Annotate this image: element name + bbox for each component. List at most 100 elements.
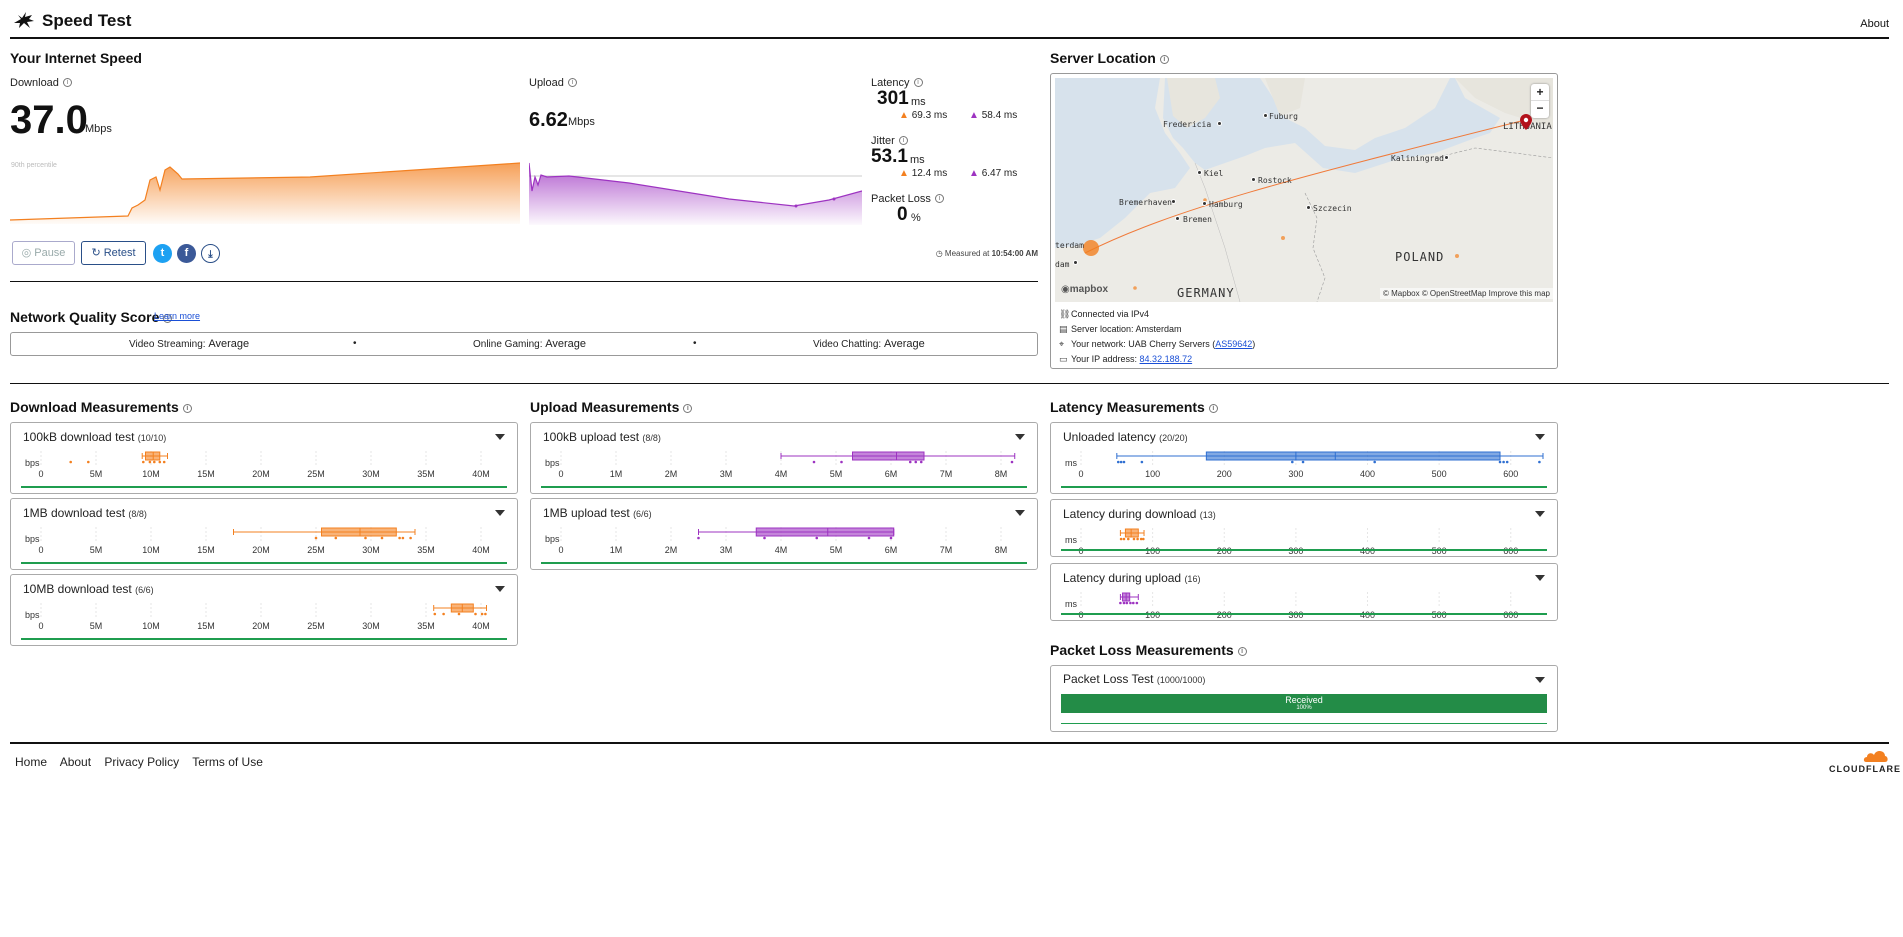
sample-point	[334, 536, 338, 540]
axis-tick-label: 0	[1078, 469, 1084, 479]
status-line	[1061, 486, 1547, 488]
received-percent: 100%	[1296, 705, 1312, 711]
info-icon[interactable]: i	[62, 78, 72, 87]
info-icon[interactable]: i	[1237, 647, 1247, 656]
axis-ticks: 0 1M 2M 3M 4M 5M 6M 7M 8M	[558, 545, 1023, 559]
sample-point	[1122, 537, 1126, 541]
axis-tick-label: 400	[1359, 610, 1376, 620]
header-about-link[interactable]: About	[1860, 18, 1889, 30]
jitter-download: ▲ 12.4 ms	[899, 168, 948, 179]
rabbit-logo-icon	[14, 12, 34, 28]
sample-point	[380, 536, 384, 540]
map-label: Kiel	[1204, 169, 1224, 178]
info-icon[interactable]: i	[913, 78, 923, 87]
chevron-down-icon[interactable]	[1535, 677, 1545, 683]
learn-more-link[interactable]: Learn more	[154, 311, 200, 321]
mapbox-icon: ◉	[1061, 284, 1070, 295]
map-zoom-out-button[interactable]: −	[1531, 101, 1549, 118]
axis-tick-label: 5M	[829, 545, 843, 555]
download-label: Download i	[10, 77, 72, 89]
map-zoom-in-button[interactable]: +	[1531, 84, 1549, 101]
footer-privacy-link[interactable]: Privacy Policy	[104, 755, 179, 769]
sample-point	[1142, 537, 1145, 541]
axis-tick-label: 30M	[362, 469, 380, 479]
packet-loss-test-title: Packet Loss Test (1000/1000)	[1063, 672, 1206, 686]
cloud-icon	[1863, 750, 1888, 762]
map-city-dot	[1217, 121, 1222, 126]
info-icon[interactable]: i	[1159, 55, 1169, 64]
upload-unit: Mbps	[568, 116, 595, 128]
axis-tick-label: 5M	[89, 469, 103, 479]
sample-point	[162, 460, 166, 464]
axis-tick-label: 7M	[939, 469, 953, 479]
sample-point	[914, 460, 918, 464]
axis-tick-label: 100	[1145, 546, 1161, 556]
upload-value: 6.62	[529, 109, 568, 131]
measurement-card: Latency during download (13) ms 0 100 200 300…	[1050, 499, 1558, 557]
footer-home-link[interactable]: Home	[15, 755, 47, 769]
axis-tick-label: 10M	[142, 469, 160, 479]
axis-tick-label: 10M	[142, 545, 160, 555]
sample-point	[1131, 601, 1135, 605]
asn-link[interactable]: AS59642	[1215, 339, 1252, 349]
map-city-dot	[1073, 260, 1078, 265]
sample-point	[697, 536, 700, 540]
measurement-card: 10MB download test (6/6) bps 0 5M 10M 15M 20M 2…	[10, 574, 518, 646]
axis-tick-label: 30M	[362, 621, 380, 631]
sample-point	[867, 536, 871, 540]
map-attribution[interactable]: © Mapbox © OpenStreetMap Improve this ma…	[1380, 288, 1553, 299]
status-line	[21, 638, 507, 640]
info-icon[interactable]: i	[683, 404, 693, 413]
status-line	[541, 486, 1027, 488]
info-icon[interactable]: i	[934, 194, 944, 203]
quality-separator: •	[353, 338, 357, 349]
your-network: ⌖ Your network: UAB Cherry Servers (AS596…	[1059, 339, 1256, 349]
footer-about-link[interactable]: About	[60, 755, 91, 769]
status-line	[21, 486, 507, 488]
twitter-share-icon[interactable]: t	[153, 244, 172, 263]
axis-tick-label: 25M	[307, 545, 325, 555]
location-pin-icon: ⌖	[1059, 339, 1065, 349]
cloudflare-logo[interactable]: CLOUDFLARE	[1829, 748, 1900, 774]
quality-online-gaming: Online Gaming: Average	[473, 338, 587, 350]
section-divider	[10, 383, 1889, 384]
ip-link[interactable]: 84.32.188.72	[1140, 354, 1193, 364]
box-plot	[1080, 528, 1512, 542]
quality-separator: •	[693, 338, 697, 349]
download-results-icon[interactable]: ⤓	[201, 244, 220, 263]
info-icon[interactable]: i	[567, 78, 577, 87]
axis-tick-label: 300	[1288, 546, 1304, 556]
sample-point	[1136, 537, 1139, 541]
sample-point	[1122, 601, 1126, 605]
axis-ticks: 0 5M 10M 15M 20M 25M 30M 35M 40M	[38, 469, 503, 483]
pause-button[interactable]: ◎ Pause	[12, 241, 75, 265]
cloudflare-wordmark: CLOUDFLARE	[1829, 764, 1901, 774]
monitor-icon: ▭	[1059, 354, 1068, 364]
facebook-share-icon[interactable]: f	[177, 244, 196, 263]
info-icon[interactable]: i	[1208, 404, 1218, 413]
axis-tick-label: 40M	[472, 469, 490, 479]
axis-tick-label: 35M	[417, 545, 435, 555]
sample-point	[69, 460, 72, 464]
box-plot	[560, 527, 1002, 541]
map-graphic	[1055, 78, 1553, 302]
mapbox-logo[interactable]: ◉mapbox	[1061, 284, 1108, 295]
packet-loss-measurements-title: Packet Loss Measurements i	[1050, 642, 1247, 658]
retest-button[interactable]: ↻ Retest	[81, 241, 146, 265]
info-icon[interactable]: i	[898, 136, 908, 145]
axis-tick-label: 0	[558, 469, 564, 479]
sample-point	[1502, 460, 1505, 464]
footer-terms-link[interactable]: Terms of Use	[192, 755, 263, 769]
measurement-card: Latency during upload (16) ms 0 100 200 300 40…	[1050, 563, 1558, 621]
sample-point	[1122, 460, 1126, 464]
axis-tick-label: 3M	[719, 545, 733, 555]
sample-point	[158, 460, 162, 464]
your-ip: ▭ Your IP address: 84.32.188.72	[1059, 354, 1193, 364]
app-title: Speed Test	[42, 11, 132, 30]
server-map[interactable]: Fuburg Fredericia Kiel Rostock Kaliningr…	[1055, 78, 1553, 302]
info-icon[interactable]: i	[182, 404, 192, 413]
sample-point	[1140, 460, 1144, 464]
sample-point	[409, 536, 412, 540]
axis-tick-label: 25M	[307, 621, 325, 631]
sample-point	[1135, 601, 1139, 605]
